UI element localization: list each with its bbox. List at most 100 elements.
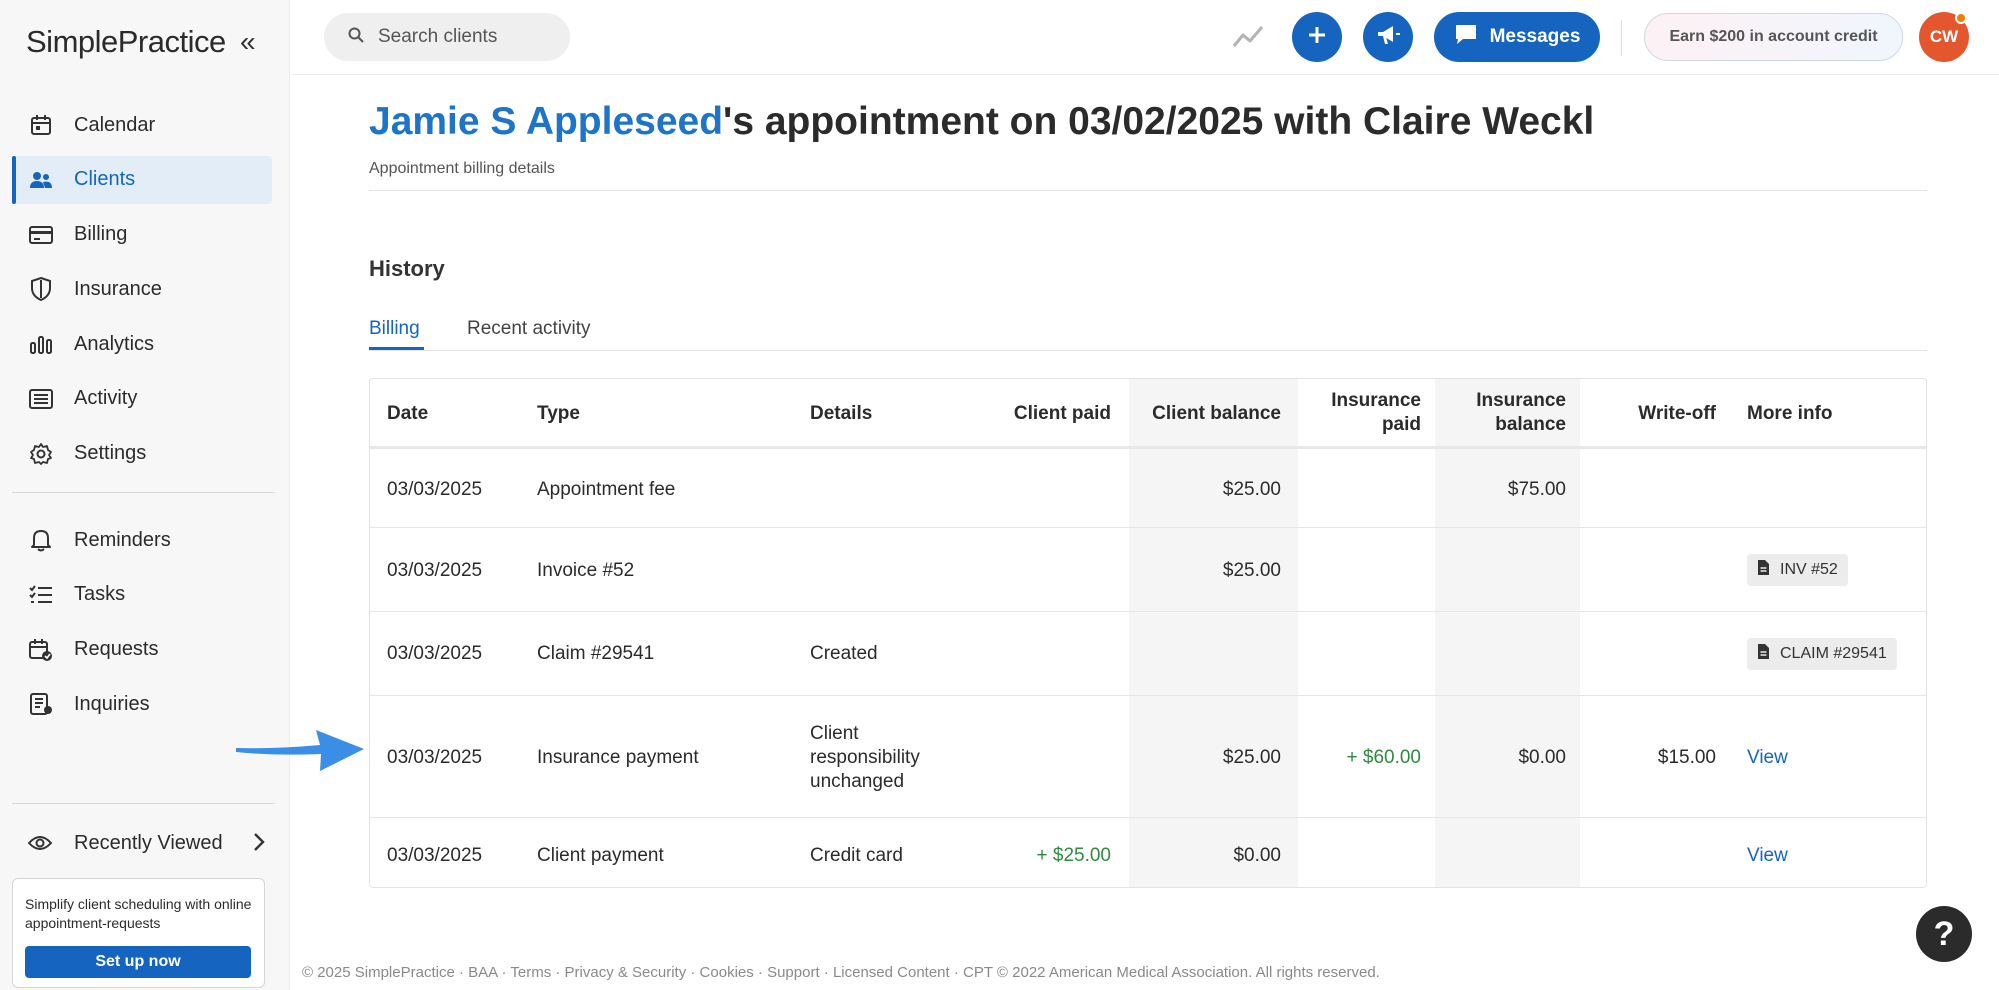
sidebar-item-label: Activity bbox=[74, 387, 138, 410]
tabs-divider bbox=[369, 350, 1927, 351]
topbar-separator bbox=[1621, 20, 1622, 56]
view-link[interactable]: View bbox=[1747, 844, 1788, 868]
shield-icon bbox=[28, 276, 54, 302]
app-logo[interactable]: SimplePractice bbox=[26, 24, 226, 60]
table-row: 03/03/2025 Client payment Credit card + … bbox=[370, 819, 1926, 887]
col-insurance-balance: Insurance balance bbox=[1476, 390, 1566, 435]
cell-type: Appointment fee bbox=[537, 479, 676, 500]
blue-arrow-annotation-icon bbox=[236, 724, 366, 781]
messages-button[interactable]: Messages bbox=[1434, 12, 1600, 62]
view-link[interactable]: View bbox=[1747, 746, 1788, 770]
cell-type: Client payment bbox=[537, 845, 664, 866]
sidebar-item-label: Inquiries bbox=[74, 692, 150, 715]
sidebar-item-settings[interactable]: Settings bbox=[12, 430, 272, 478]
cell-date: 03/03/2025 bbox=[387, 643, 483, 664]
table-row: 03/03/2025 Claim #29541 Created CLAIM #2… bbox=[370, 613, 1926, 696]
cell-details: Credit card bbox=[810, 845, 903, 866]
document-icon bbox=[1757, 643, 1780, 665]
claim-badge[interactable]: CLAIM #29541 bbox=[1747, 638, 1897, 670]
sidebar-item-label: Clients bbox=[74, 168, 136, 191]
main-nav: Calendar Clients Billing Insurance Analy… bbox=[12, 101, 272, 485]
cell-date: 03/03/2025 bbox=[387, 479, 483, 500]
tab-recent-activity[interactable]: Recent activity bbox=[467, 318, 591, 340]
promo-text: Simplify client scheduling with online a… bbox=[25, 896, 252, 931]
cell-client-balance: $0.00 bbox=[1233, 845, 1281, 866]
sidebar-item-inquiries[interactable]: Inquiries bbox=[12, 680, 272, 728]
search-input[interactable] bbox=[378, 26, 548, 48]
history-heading: History bbox=[369, 256, 445, 281]
page-title-rest: 's appointment on 03/02/2025 with Claire… bbox=[723, 100, 1595, 143]
sidebar-item-requests[interactable]: Requests bbox=[12, 626, 272, 674]
sidebar-item-clients[interactable]: Clients bbox=[12, 155, 272, 204]
search-box[interactable] bbox=[324, 13, 570, 61]
tab-billing[interactable]: Billing bbox=[369, 318, 420, 340]
invoice-badge[interactable]: INV #52 bbox=[1747, 554, 1848, 586]
cell-date: 03/03/2025 bbox=[387, 560, 483, 581]
megaphone-icon bbox=[1375, 23, 1401, 52]
sidebar-item-label: Insurance bbox=[74, 277, 162, 300]
sidebar-divider bbox=[12, 803, 275, 804]
active-tab-indicator bbox=[369, 347, 424, 350]
sidebar-item-insurance[interactable]: Insurance bbox=[12, 265, 272, 313]
invoice-badge-label: INV #52 bbox=[1780, 561, 1838, 578]
table-row: 03/03/2025 Invoice #52 $25.00 INV #52 bbox=[370, 529, 1926, 612]
add-new-button[interactable] bbox=[1292, 12, 1342, 62]
client-name-link[interactable]: Jamie S Appleseed bbox=[369, 100, 723, 143]
messages-label: Messages bbox=[1489, 26, 1581, 47]
col-details: Details bbox=[810, 403, 873, 424]
sidebar: SimplePractice « Calendar Clients Billin… bbox=[0, 0, 290, 990]
col-client-balance: Client balance bbox=[1152, 403, 1281, 424]
sidebar-item-activity[interactable]: Activity bbox=[12, 375, 272, 423]
chat-bubble-icon bbox=[1454, 23, 1490, 51]
table-header: Date Type Details Client paid Client bal… bbox=[370, 379, 1926, 449]
clients-icon bbox=[28, 167, 54, 193]
sidebar-item-label: Analytics bbox=[74, 332, 155, 355]
trend-chart-icon[interactable] bbox=[1231, 20, 1265, 57]
page-subtitle: Appointment billing details bbox=[369, 160, 555, 177]
cell-insurance-balance: $75.00 bbox=[1507, 479, 1566, 500]
header-divider bbox=[369, 190, 1927, 191]
sidebar-item-label: Tasks bbox=[74, 583, 126, 606]
table-row: 03/03/2025 Insurance payment Client resp… bbox=[370, 697, 1926, 818]
col-insurance-paid: Insurance paid bbox=[1331, 390, 1421, 435]
sidebar-item-label: Settings bbox=[74, 442, 147, 465]
sidebar-item-tasks[interactable]: Tasks bbox=[12, 571, 272, 619]
cell-date: 03/03/2025 bbox=[387, 845, 483, 866]
cell-type: Insurance payment bbox=[537, 747, 699, 768]
collapse-sidebar-button[interactable]: « bbox=[240, 28, 256, 56]
eye-icon bbox=[28, 834, 54, 852]
plus-icon bbox=[1306, 24, 1328, 51]
cell-details: Created bbox=[810, 643, 878, 664]
cell-client-balance: $25.00 bbox=[1222, 747, 1281, 768]
calendar-icon bbox=[28, 112, 54, 138]
secondary-nav: Reminders Tasks Requests Inquiries bbox=[12, 516, 272, 735]
sidebar-item-calendar[interactable]: Calendar bbox=[12, 101, 272, 149]
sidebar-item-label: Calendar bbox=[74, 113, 156, 136]
analytics-bars-icon bbox=[28, 331, 54, 357]
sidebar-item-analytics[interactable]: Analytics bbox=[12, 320, 272, 368]
sidebar-item-label: Reminders bbox=[74, 528, 171, 551]
sidebar-item-reminders[interactable]: Reminders bbox=[12, 516, 272, 564]
cell-date: 03/03/2025 bbox=[387, 747, 483, 768]
calendar-request-icon bbox=[28, 637, 54, 663]
bell-icon bbox=[28, 527, 54, 553]
recently-viewed-toggle[interactable]: Recently Viewed bbox=[12, 820, 272, 866]
chevron-right-icon bbox=[252, 830, 266, 860]
sidebar-divider bbox=[12, 492, 275, 493]
help-button[interactable]: ? bbox=[1916, 906, 1972, 962]
gear-icon bbox=[28, 441, 54, 467]
top-bar: Messages Earn $200 in account credit CW bbox=[291, 0, 1999, 75]
set-up-now-button[interactable]: Set up now bbox=[25, 946, 251, 978]
cell-type: Invoice #52 bbox=[537, 560, 635, 581]
sidebar-item-label: Billing bbox=[74, 223, 128, 246]
inquiries-icon bbox=[28, 691, 54, 717]
announcements-button[interactable] bbox=[1363, 12, 1413, 62]
promo-card: Simplify client scheduling with online a… bbox=[12, 878, 265, 988]
billing-card-icon bbox=[28, 222, 54, 248]
search-icon bbox=[348, 27, 364, 48]
cell-insurance-paid: + $60.00 bbox=[1346, 747, 1422, 768]
sidebar-item-billing[interactable]: Billing bbox=[12, 211, 272, 259]
earn-credit-button[interactable]: Earn $200 in account credit bbox=[1644, 13, 1903, 61]
cell-client-paid: + $25.00 bbox=[1036, 845, 1112, 866]
page-title: Jamie S Appleseed's appointment on 03/02… bbox=[369, 100, 1594, 144]
